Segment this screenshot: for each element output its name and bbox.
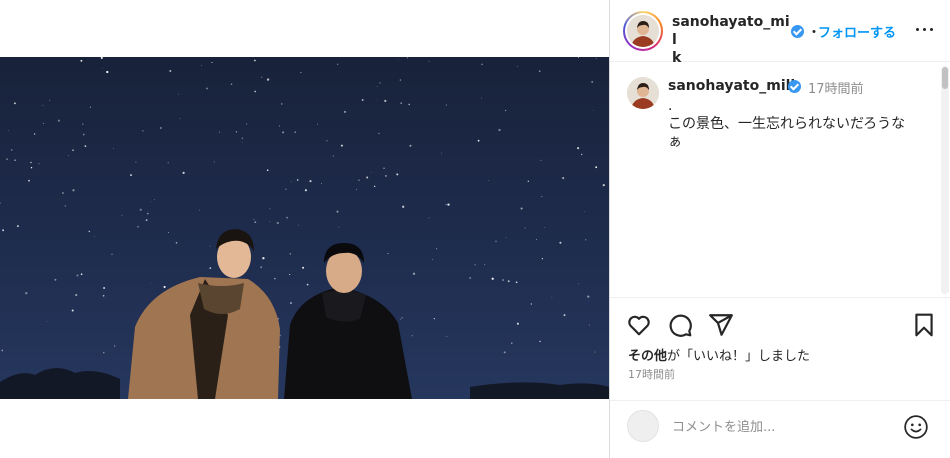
scrollbar-thumb[interactable] bbox=[942, 67, 948, 89]
caption-line: . bbox=[668, 98, 673, 114]
share-icon[interactable] bbox=[708, 312, 734, 338]
caption-line: この景色、一生忘れられないだろうな bbox=[668, 116, 906, 132]
comments-scrollbar[interactable] bbox=[941, 66, 949, 294]
smiley-icon[interactable] bbox=[903, 414, 929, 440]
more-horizontal-icon[interactable] bbox=[914, 20, 936, 38]
post-sidebar: sanohayato_mil k ・ フォローする sanohayato_mil… bbox=[609, 0, 950, 458]
follow-button[interactable]: フォローする bbox=[818, 22, 896, 41]
likes-text: が「いいね！」しました bbox=[667, 349, 811, 364]
night-sky-photo bbox=[0, 57, 609, 399]
media-panel bbox=[0, 0, 609, 458]
post-header: sanohayato_mil k ・ フォローする bbox=[610, 0, 950, 66]
caption-verified-badge-icon bbox=[788, 80, 801, 93]
comments-area[interactable]: sanohayato_milk 17時間前 . この景色、一生忘れられないだろう… bbox=[610, 63, 950, 297]
likes-others[interactable]: その他 bbox=[628, 349, 667, 364]
author-username[interactable]: sanohayato_mil k bbox=[672, 13, 790, 67]
comment-bar bbox=[610, 400, 950, 458]
bookmark-icon[interactable] bbox=[911, 312, 937, 338]
caption-time[interactable]: 17時間前 bbox=[808, 78, 864, 97]
caption-username[interactable]: sanohayato_milk bbox=[668, 78, 800, 94]
comment-input[interactable] bbox=[672, 416, 892, 438]
post-timestamp[interactable]: 17時間前 bbox=[628, 366, 675, 382]
comment-icon[interactable] bbox=[667, 312, 693, 338]
post-photo[interactable] bbox=[0, 57, 609, 399]
author-avatar[interactable] bbox=[623, 11, 663, 51]
likes-summary[interactable]: その他が「いいね！」しました bbox=[628, 345, 810, 364]
verified-badge-icon bbox=[791, 25, 804, 38]
heart-icon[interactable] bbox=[626, 312, 652, 338]
post-actions: その他が「いいね！」しました 17時間前 bbox=[610, 297, 950, 407]
caption-avatar[interactable] bbox=[627, 77, 659, 109]
caption-line: ぁ bbox=[668, 134, 682, 150]
author-username-line1: sanohayato_mil bbox=[672, 14, 790, 48]
viewer-avatar bbox=[627, 410, 659, 442]
caption-text: . この景色、一生忘れられないだろうな ぁ bbox=[668, 97, 916, 151]
